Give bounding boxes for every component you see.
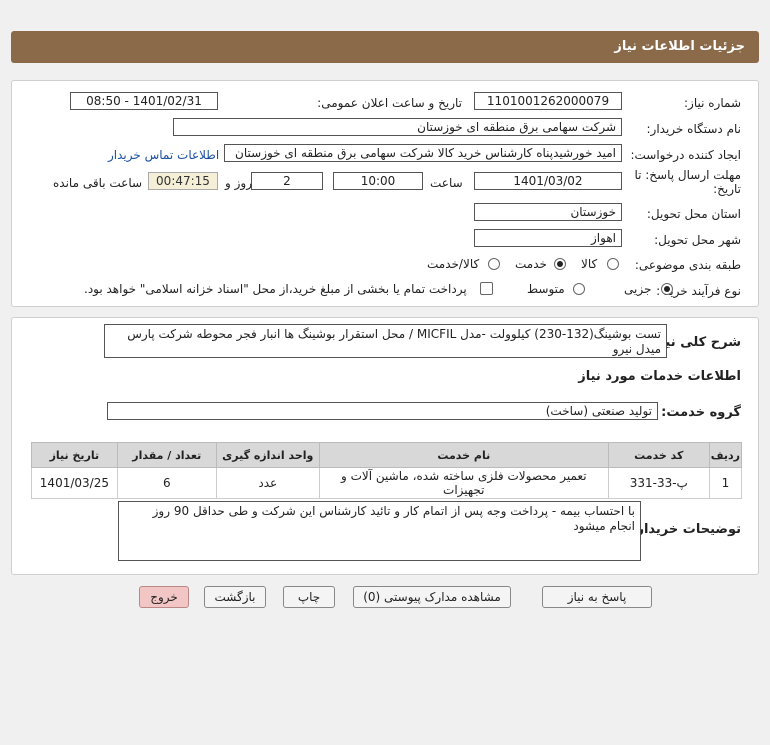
treasury-payment-note: پرداخت تمام یا بخشی از مبلغ خرید،از محل …	[84, 282, 467, 296]
page-title: جزئیات اطلاعات نیاز	[614, 39, 745, 54]
back-button[interactable]: بازگشت	[204, 586, 266, 608]
announce-label: تاریخ و ساعت اعلان عمومی:	[317, 96, 462, 110]
buyer-notes-label: توضیحات خریدار:	[631, 522, 741, 537]
exit-button[interactable]: خروج	[139, 586, 189, 608]
province-field[interactable]: خوزستان	[474, 203, 622, 221]
reply-button[interactable]: پاسخ به نیاز	[542, 586, 652, 608]
creator-field[interactable]: امید خورشیدپناه کارشناس خرید کالا شرکت س…	[224, 144, 622, 162]
days-remaining-field[interactable]: 2	[251, 172, 323, 190]
table-header-row: ردیف کد خدمت نام خدمت واحد اندازه گیری ت…	[31, 442, 743, 468]
col-row-header: ردیف	[708, 442, 743, 468]
deadline-label: مهلت ارسال پاسخ: تا	[634, 168, 741, 182]
announce-field[interactable]: 1401/02/31 - 08:50	[70, 92, 218, 110]
service-group-field[interactable]: تولید صنعتی (ساخت)	[107, 402, 658, 420]
creator-label: ایجاد کننده درخواست:	[630, 148, 741, 162]
category-label: طبقه بندی موضوعی:	[634, 258, 741, 272]
city-label: شهر محل تحویل:	[654, 233, 741, 247]
contact-info-link[interactable]: اطلاعات تماس خریدار	[108, 148, 219, 162]
attachments-button[interactable]: مشاهده مدارک پیوستی (0)	[353, 586, 511, 608]
deadline-time-label: ساعت	[430, 176, 463, 190]
days-label: روز و	[225, 176, 252, 190]
services-heading: اطلاعات خدمات مورد نیاز	[578, 369, 741, 384]
col-date-header: تاریخ نیاز	[31, 442, 118, 468]
category-radio-goods[interactable]	[607, 258, 619, 270]
cell-date: 1401/03/25	[31, 467, 118, 499]
process-radio-minor[interactable]	[661, 283, 673, 295]
process-minor-label: جزیی	[624, 282, 652, 296]
deadline-date-field[interactable]: 1401/03/02	[474, 172, 622, 190]
col-unit-header: واحد اندازه گیری	[215, 442, 320, 468]
services-table: ردیف کد خدمت نام خدمت واحد اندازه گیری ت…	[31, 442, 743, 499]
process-medium-label: متوسط	[527, 282, 565, 296]
summary-field[interactable]: تست بوشینگ(132-230) کیلوولت -مدل MICFIL …	[104, 324, 667, 358]
category-goods-service-label: کالا/خدمت	[427, 257, 480, 271]
need-number-field[interactable]: 1101001262000079	[474, 92, 622, 110]
col-qty-header: تعداد / مقدار	[116, 442, 217, 468]
service-group-label: گروه خدمت:	[661, 405, 741, 420]
info-panel	[11, 80, 759, 307]
cell-qty: 6	[116, 467, 217, 499]
deadline-time-field[interactable]: 10:00	[333, 172, 423, 190]
print-button[interactable]: چاپ	[283, 586, 335, 608]
category-goods-label: کالا	[581, 257, 598, 271]
col-code-header: کد خدمت	[607, 442, 710, 468]
deadline-label-date: تاریخ:	[713, 182, 741, 196]
category-radio-service[interactable]	[554, 258, 566, 270]
buyer-notes-field[interactable]: با احتساب بیمه - پرداخت وجه پس از اتمام …	[118, 501, 641, 561]
remaining-label: ساعت باقی مانده	[53, 176, 143, 190]
time-remaining-field: 00:47:15	[148, 172, 218, 190]
page-header: جزئیات اطلاعات نیاز	[11, 31, 759, 63]
buyer-org-label: نام دستگاه خریدار:	[646, 122, 742, 136]
cell-unit: عدد	[215, 467, 320, 499]
cell-row: 1	[708, 467, 743, 499]
need-number-label: شماره نیاز:	[684, 96, 741, 110]
process-radio-medium[interactable]	[573, 283, 585, 295]
cell-code: پ-33-331	[607, 467, 710, 499]
category-service-label: خدمت	[515, 257, 547, 271]
category-radio-goods-service[interactable]	[488, 258, 500, 270]
buyer-org-field[interactable]: شرکت سهامی برق منطقه ای خوزستان	[173, 118, 622, 136]
city-field[interactable]: اهواز	[474, 229, 622, 247]
table-row: 1 پ-33-331 تعمیر محصولات فلزی ساخته شده،…	[31, 467, 743, 499]
province-label: استان محل تحویل:	[646, 207, 741, 221]
treasury-payment-checkbox[interactable]	[480, 282, 493, 295]
col-name-header: نام خدمت	[318, 442, 609, 468]
cell-name: تعمیر محصولات فلزی ساخته شده، ماشین آلات…	[318, 467, 609, 499]
